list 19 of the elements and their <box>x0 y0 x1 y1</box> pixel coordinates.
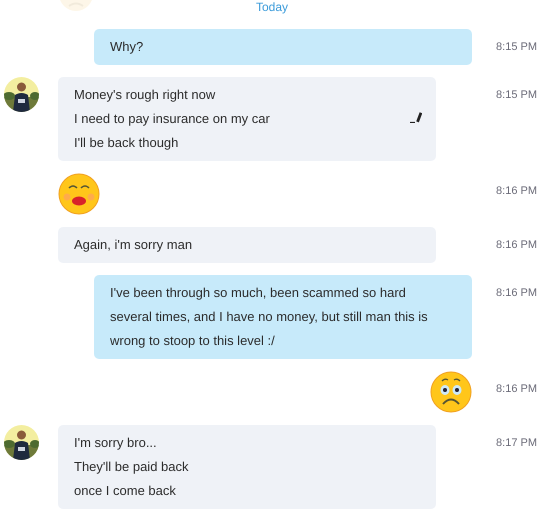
message-time: 8:15 PM <box>496 88 537 103</box>
message-text: once I come back <box>74 482 177 500</box>
message-text: Money's rough right now <box>74 86 216 104</box>
message-time: 8:16 PM <box>496 382 537 397</box>
message-time: 8:16 PM <box>496 184 537 199</box>
message-time: 8:16 PM <box>496 238 537 253</box>
message-time: 8:17 PM <box>496 436 537 451</box>
message-text: I'm sorry bro... <box>74 434 158 452</box>
message-text: I need to pay insurance on my car <box>74 110 271 128</box>
message-time: 8:15 PM <box>496 40 537 55</box>
date-divider: Today <box>256 0 288 16</box>
message-text: Why? <box>110 38 144 56</box>
message-text: Again, i'm sorry man <box>74 236 194 254</box>
kissing-face-icon <box>58 173 100 215</box>
message-text: I've been through so much, been scammed so hard several times, and I have no money, but still man this is wrong to stoop to this level :/ <box>110 284 429 350</box>
message-text: I'll be back though <box>74 134 180 152</box>
crying-face-icon <box>430 371 472 413</box>
message-time: 8:16 PM <box>496 286 537 301</box>
message-text: They'll be paid back <box>74 458 190 476</box>
